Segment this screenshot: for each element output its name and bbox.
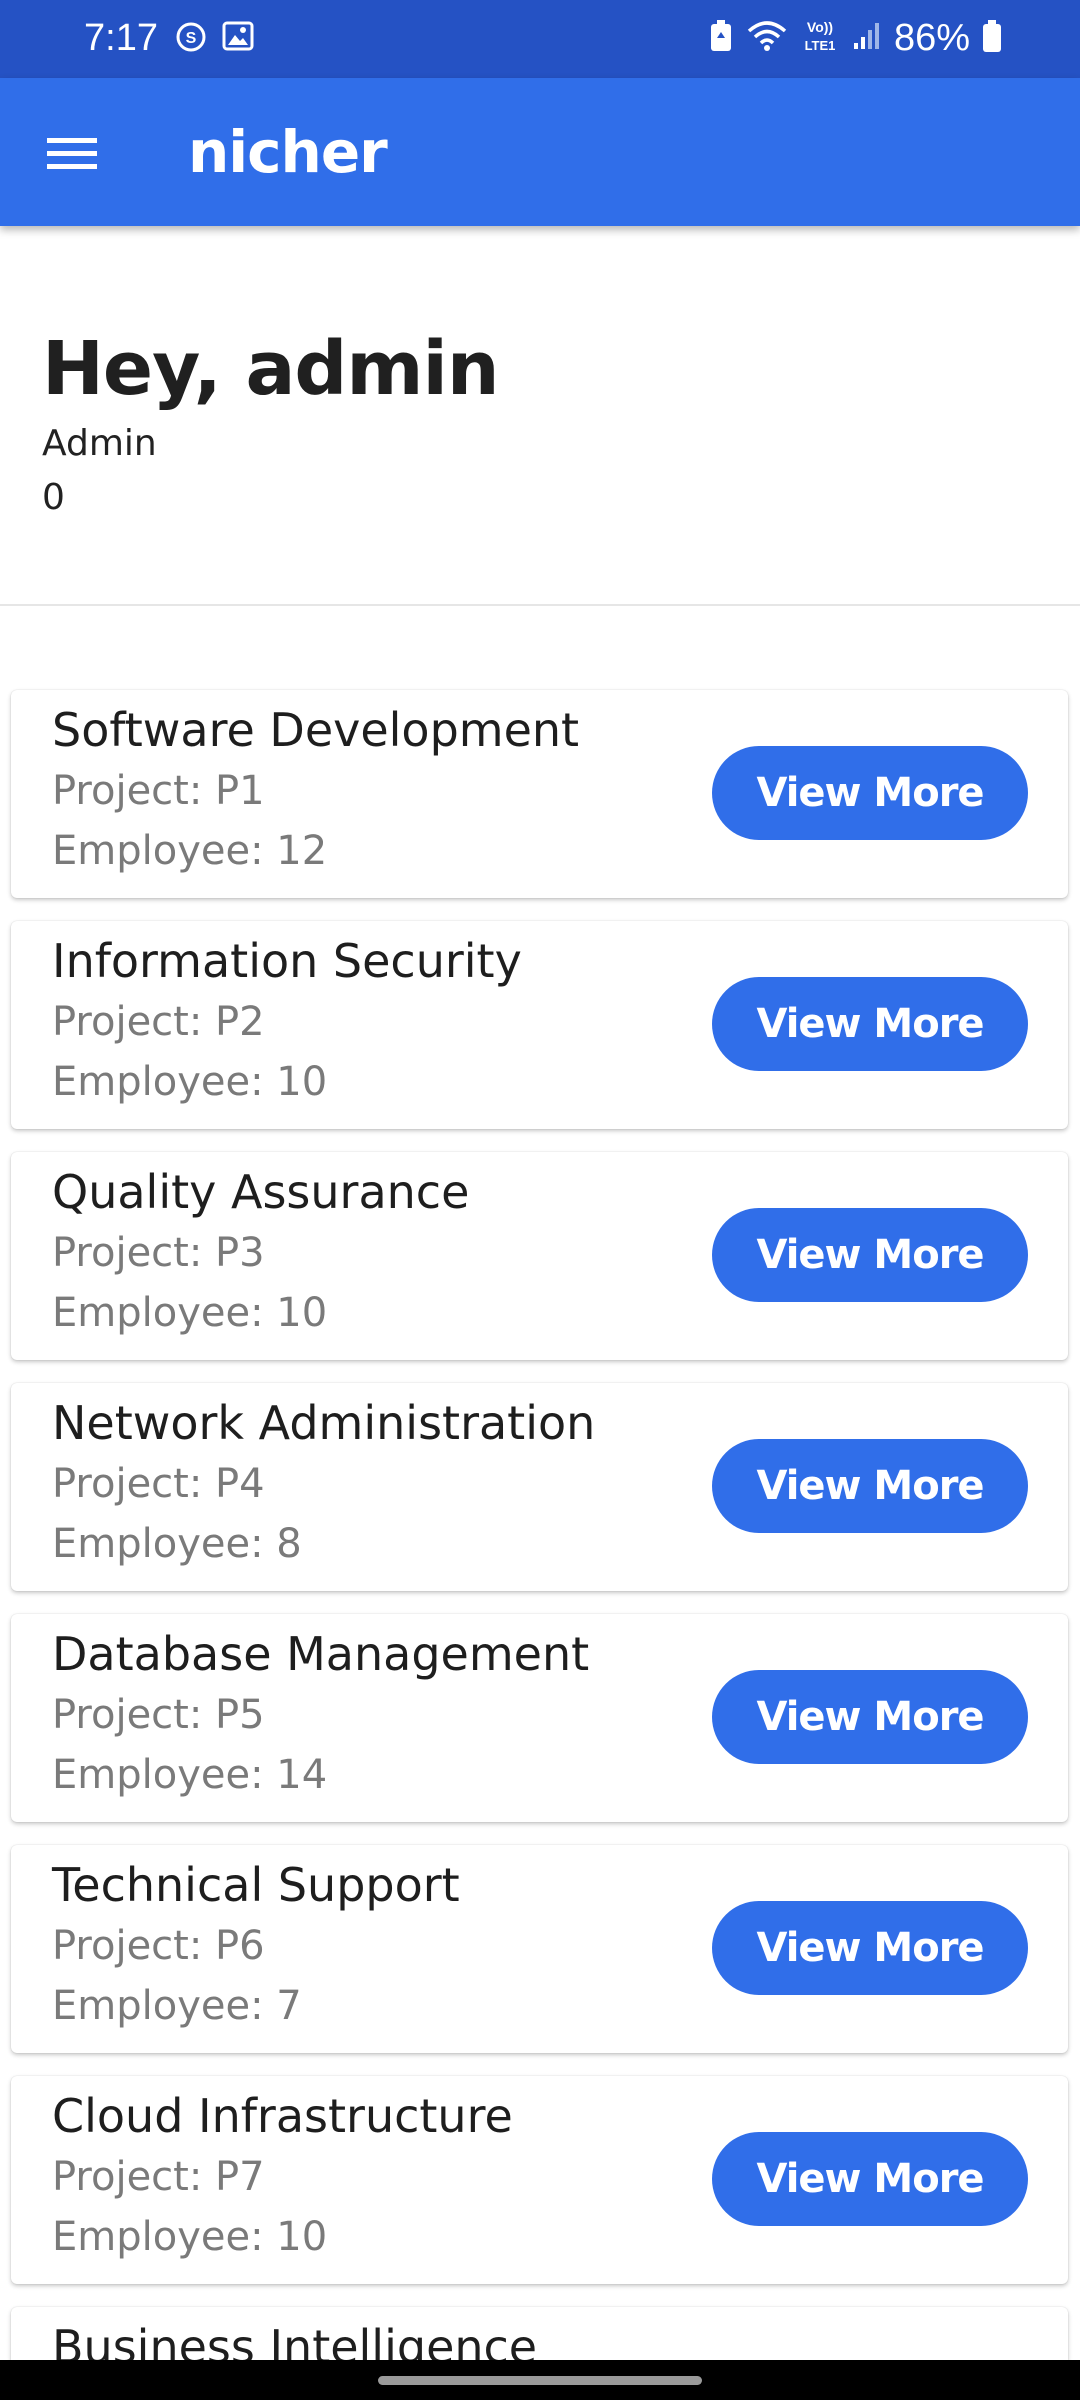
volte-icon: Vo)) LTE1 [800,17,840,60]
hamburger-menu-icon[interactable] [30,112,114,196]
app-title: nicher [188,118,388,186]
user-role: Admin [42,423,157,464]
system-nav-bar [0,2360,1080,2400]
user-count: 0 [42,477,65,518]
svg-text:S: S [186,30,197,47]
department-employee-count: Employee: 10 [52,2214,328,2260]
view-more-button[interactable]: View More [712,1901,1028,1995]
department-name: Technical Support [52,1858,460,1912]
department-card: Network Administration Project: P4 Emplo… [11,1383,1068,1591]
department-card: Database Management Project: P5 Employee… [11,1614,1068,1822]
department-employee-count: Employee: 10 [52,1059,328,1105]
battery-icon [982,19,1002,58]
status-time: 7:17 [84,17,158,59]
department-employee-count: Employee: 7 [52,1983,302,2029]
department-project: Project: P7 [52,2154,265,2200]
department-card: Quality Assurance Project: P3 Employee: … [11,1152,1068,1360]
signal-icon [852,21,882,56]
department-project: Project: P2 [52,999,265,1045]
sync-icon: S [174,20,208,59]
department-card: Business Intelligence [11,2307,1068,2360]
department-card: Information Security Project: P2 Employe… [11,921,1068,1129]
view-more-button[interactable]: View More [712,746,1028,840]
department-project: Project: P4 [52,1461,265,1507]
battery-saver-icon [708,19,734,58]
department-employee-count: Employee: 8 [52,1521,302,1567]
status-right: Vo)) LTE1 86% [708,16,1002,60]
department-name: Cloud Infrastructure [52,2089,513,2143]
department-card: Cloud Infrastructure Project: P7 Employe… [11,2076,1068,2284]
department-name: Quality Assurance [52,1165,470,1219]
department-project: Project: P1 [52,768,265,814]
status-bar: 7:17 S Vo)) LTE1 86% [0,0,1080,78]
department-name: Software Development [52,703,580,757]
department-project: Project: P3 [52,1230,265,1276]
battery-percent: 86% [893,17,970,59]
department-name: Business Intelligence [52,2320,538,2360]
department-name: Network Administration [52,1396,596,1450]
department-name: Information Security [52,934,522,988]
department-employee-count: Employee: 12 [52,828,328,874]
department-card: Technical Support Project: P6 Employee: … [11,1845,1068,2053]
department-project: Project: P6 [52,1923,265,1969]
network-label: LTE1 [805,38,836,53]
home-gesture-handle[interactable] [378,2376,702,2385]
greeting-section: Hey, admin Admin 0 [0,226,1080,606]
department-project: Project: P5 [52,1692,265,1738]
app-bar: nicher [0,78,1080,226]
wifi-icon [746,19,788,58]
view-more-button[interactable]: View More [712,1670,1028,1764]
view-more-button[interactable]: View More [712,1439,1028,1533]
view-more-button[interactable]: View More [712,977,1028,1071]
view-more-button[interactable]: View More [712,1208,1028,1302]
image-icon [222,20,254,59]
greeting-title: Hey, admin [42,326,500,412]
view-more-button[interactable]: View More [712,2132,1028,2226]
department-card: Software Development Project: P1 Employe… [11,690,1068,898]
status-left-icons: S [174,20,254,59]
svg-text:Vo)): Vo)) [807,19,833,35]
department-employee-count: Employee: 10 [52,1290,328,1336]
department-name: Database Management [52,1627,590,1681]
department-employee-count: Employee: 14 [52,1752,328,1798]
